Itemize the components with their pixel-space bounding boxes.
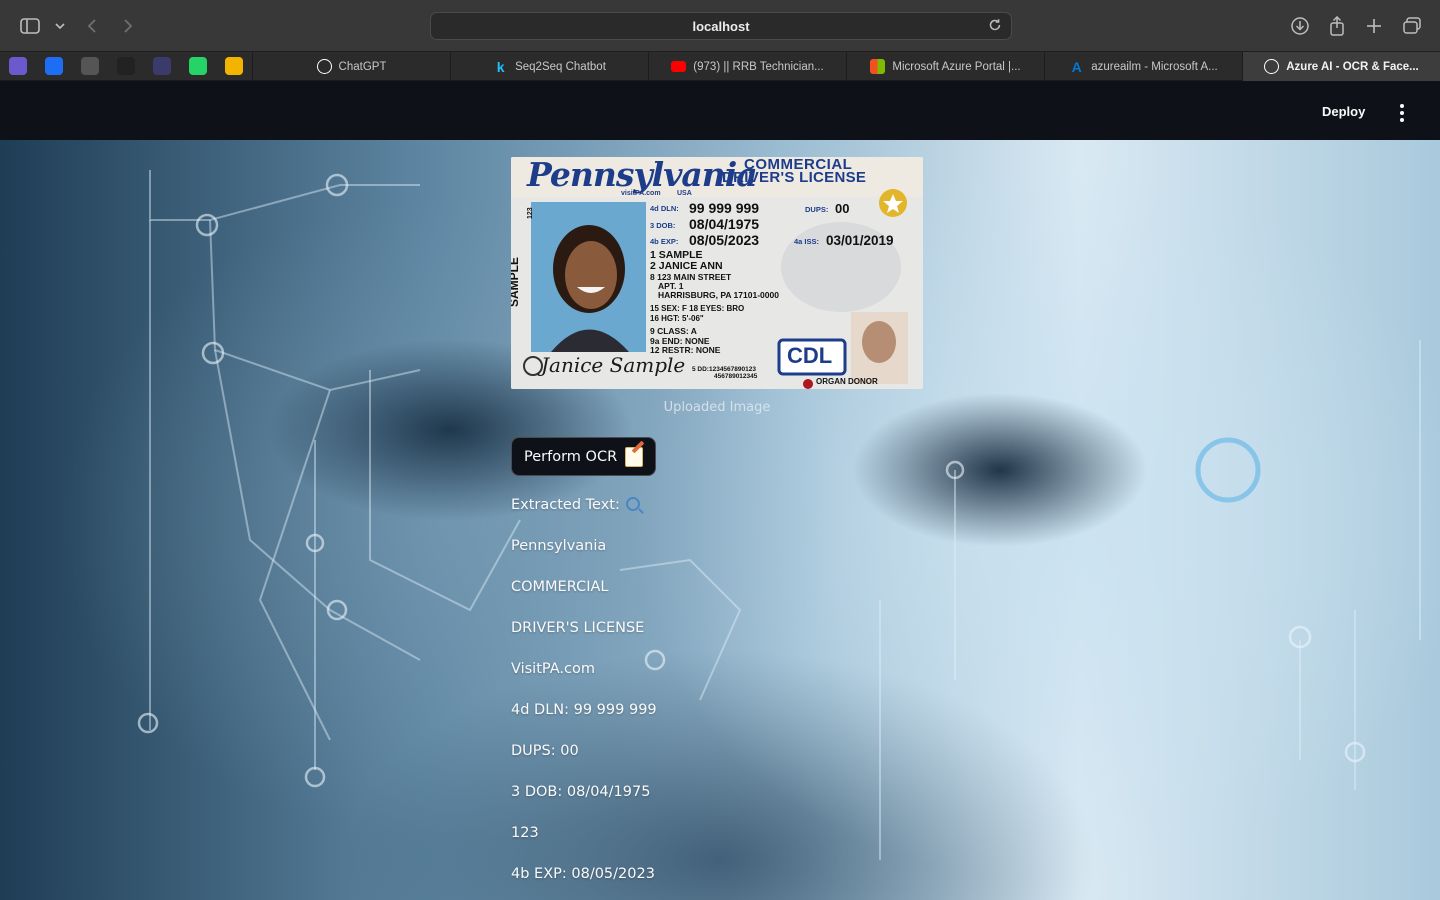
extracted-line: DUPS: 00 (511, 743, 579, 759)
tab-label: Microsoft Azure Portal |... (892, 60, 1021, 73)
image-caption: Uploaded Image (663, 400, 771, 415)
license-organ-donor: ORGAN DONOR (816, 377, 878, 386)
bookmark-2-icon[interactable] (81, 57, 99, 75)
license-title-2: DRIVER'S LICENSE (722, 169, 867, 186)
tab-bar: ChatGPT k Seq2Seq Chatbot (973) || RRB Tech… (0, 52, 1440, 81)
tab-overview-icon[interactable] (1400, 14, 1424, 38)
license-cdl-mark: CDL (787, 343, 833, 368)
license-first-name: 2 JANICE ANN (650, 260, 723, 272)
browser-toolbar: localhost (0, 0, 1440, 52)
exp-label: 4b EXP: (650, 237, 679, 246)
license-city: HARRISBURG, PA 17101-0000 (658, 290, 779, 300)
app-main: Pennsylvania visitPA.com USA COMMERCIAL … (0, 140, 1440, 900)
tab-2[interactable]: (973) || RRB Technician... (648, 52, 846, 81)
kaggle-icon: k (496, 58, 505, 75)
extracted-line: DRIVER'S LICENSE (511, 620, 645, 636)
extracted-text-label: Extracted Text: (511, 497, 620, 513)
dups-value: 00 (835, 201, 850, 216)
bookmark-4-icon[interactable] (153, 57, 171, 75)
tab-label: azureailm - Microsoft A... (1091, 60, 1218, 73)
extracted-line: Pennsylvania (511, 538, 607, 554)
extracted-line: VisitPA.com (511, 661, 595, 677)
license-height: 16 HGT: 5'-06" (650, 313, 704, 323)
uploaded-license-image: Pennsylvania visitPA.com USA COMMERCIAL … (511, 157, 923, 389)
extracted-line: 123 (511, 825, 539, 841)
whatsapp-icon[interactable] (189, 57, 207, 75)
dups-label: DUPS: (805, 205, 829, 214)
new-tab-icon[interactable] (1362, 14, 1386, 38)
extracted-text-heading: Extracted Text: (511, 497, 640, 513)
iss-label: 4a ISS: (794, 237, 820, 246)
license-country: USA (677, 190, 692, 197)
main-menu-icon[interactable] (1392, 103, 1412, 123)
dob-value: 08/04/1975 (689, 216, 760, 232)
license-dd: 5 DD:1234567890123 (692, 366, 756, 373)
tab-label: Seq2Seq Chatbot (515, 60, 606, 73)
downloads-icon[interactable] (1288, 14, 1312, 38)
extracted-line: 4d DLN: 99 999 999 (511, 702, 657, 718)
dob-label: 3 DOB: (650, 221, 676, 230)
extracted-line: 3 DOB: 08/04/1975 (511, 784, 651, 800)
address-bar[interactable]: localhost (430, 12, 1012, 40)
streamlit-icon (1264, 59, 1280, 74)
github-icon[interactable] (117, 57, 135, 75)
iss-value: 03/01/2019 (826, 233, 894, 248)
extracted-line: COMMERCIAL (511, 579, 609, 595)
license-site: visitPA.com (621, 190, 661, 197)
exp-value: 08/05/2023 (689, 232, 760, 248)
memo-icon (625, 446, 644, 467)
sidebar-toggle-icon[interactable] (18, 14, 42, 38)
license-side-text: SAMPLE (511, 256, 521, 307)
tab-5[interactable]: Azure AI - OCR & Face... (1242, 52, 1440, 81)
deploy-button[interactable]: Deploy (1322, 104, 1365, 119)
magnifier-icon (625, 497, 640, 511)
forward-icon[interactable] (116, 14, 140, 38)
play-icon[interactable] (45, 57, 63, 75)
license-signature: Janice Sample (541, 353, 686, 377)
tab-0[interactable]: ChatGPT (252, 52, 450, 81)
bookmark-0-icon[interactable] (9, 57, 27, 75)
tab-4[interactable]: Aazureailm - Microsoft A... (1044, 52, 1242, 81)
license-dd-2: 456789012345 (714, 373, 758, 380)
azure-icon: A (1071, 58, 1082, 75)
address-text: localhost (692, 18, 750, 34)
tab-label: ChatGPT (338, 60, 387, 73)
app-header: Deploy (0, 81, 1440, 140)
tab-label: Azure AI - OCR & Face... (1286, 60, 1419, 73)
bookmark-6-icon[interactable] (225, 57, 243, 75)
share-icon[interactable] (1325, 14, 1349, 38)
dln-value: 99 999 999 (689, 200, 760, 216)
tab-label: (973) || RRB Technician... (693, 60, 824, 73)
reload-icon[interactable] (987, 18, 1003, 34)
microsoft-icon (870, 59, 886, 74)
chatgpt-icon (316, 59, 332, 74)
dln-label: 4d DLN: (650, 204, 679, 213)
license-sex-eyes: 15 SEX: F 18 EYES: BRO (650, 304, 745, 313)
youtube-icon (671, 61, 687, 72)
back-icon[interactable] (80, 14, 104, 38)
chevron-down-icon[interactable] (48, 14, 72, 38)
perform-ocr-button[interactable]: Perform OCR (511, 437, 657, 476)
perform-ocr-label: Perform OCR (524, 448, 618, 465)
license-number-mark: 123 (527, 207, 534, 219)
tab-3[interactable]: Microsoft Azure Portal |... (846, 52, 1044, 81)
tab-1[interactable]: k Seq2Seq Chatbot (450, 52, 648, 81)
extracted-line: 4b EXP: 08/05/2023 (511, 866, 655, 882)
